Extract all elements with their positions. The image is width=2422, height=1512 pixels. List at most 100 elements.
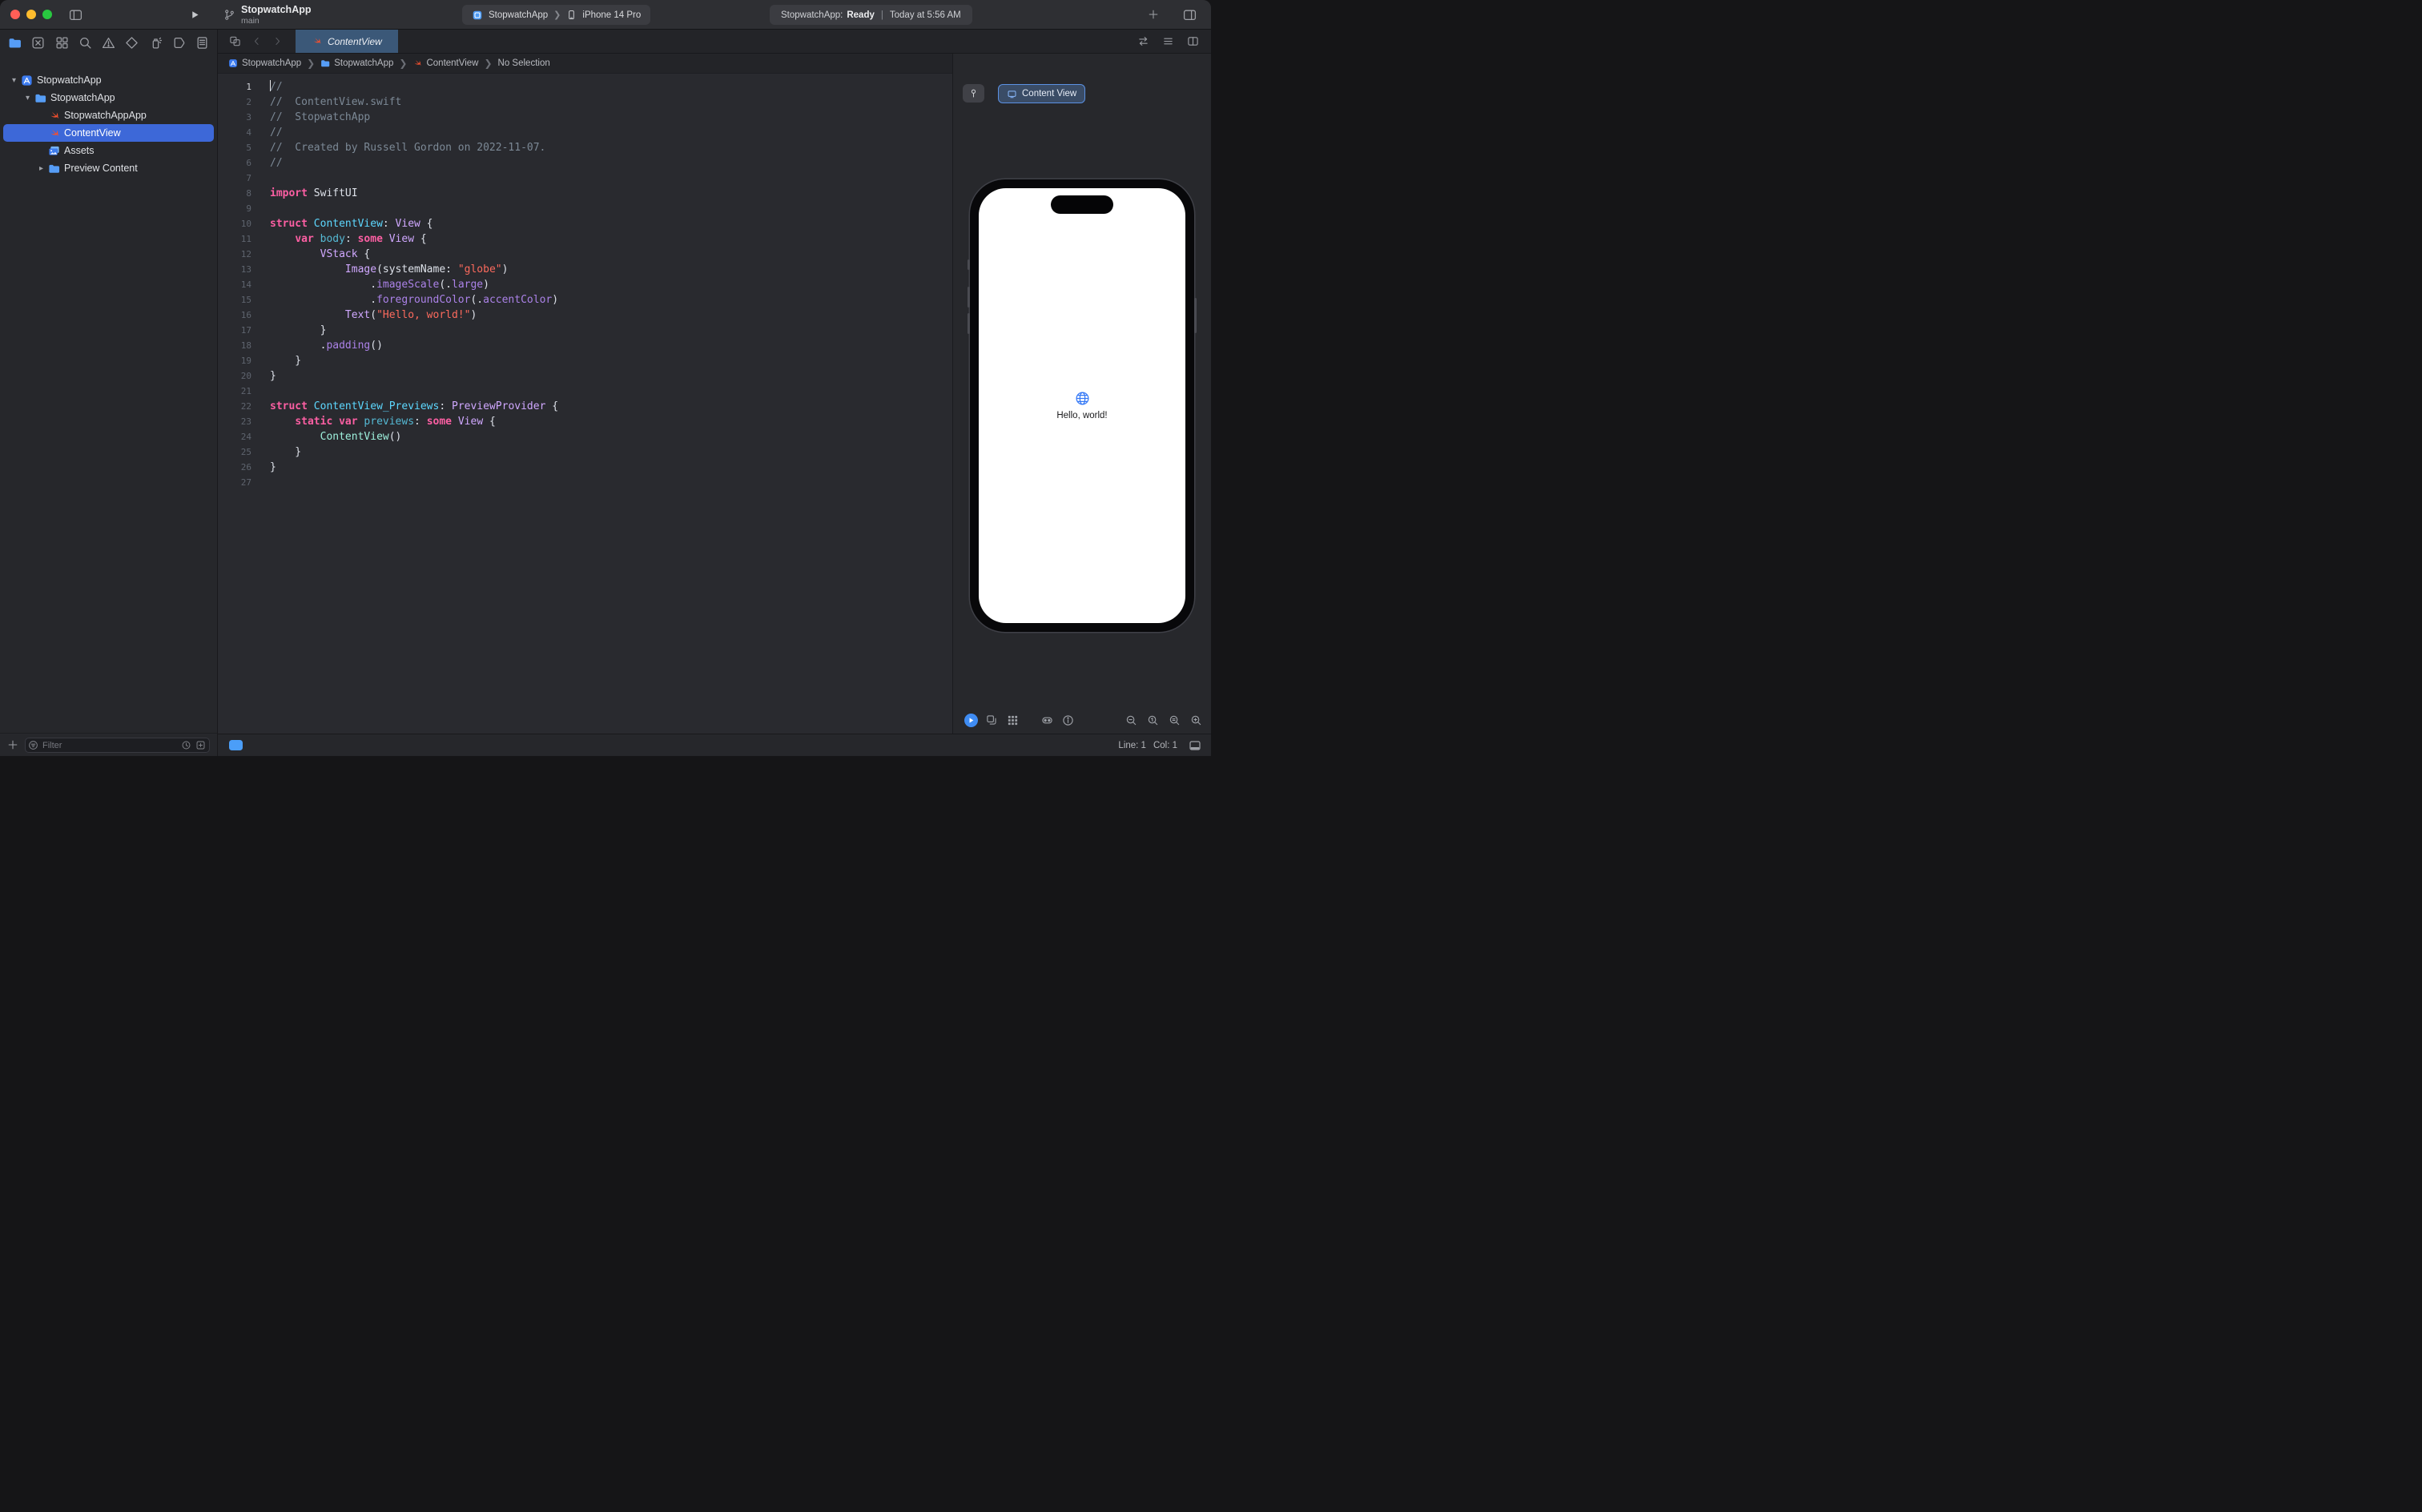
branch-name: main (241, 16, 260, 26)
line-number: 2 (246, 97, 251, 107)
code-line: ContentView()​ (320, 431, 402, 443)
editor-area: ContentView StopwatchApp ❯ StopwatchApp ❯ Co… (218, 30, 1211, 734)
tab-overview-icon[interactable] (229, 35, 241, 47)
titlebar: StopwatchApp main StopwatchApp ❯ iPhone … (0, 0, 1211, 30)
run-destination-device[interactable]: iPhone 14 Pro (582, 10, 641, 20)
breadcrumb-item[interactable]: ContentView (412, 58, 478, 68)
preview-variants-button[interactable] (985, 714, 999, 727)
status-divider: | (880, 10, 883, 20)
scheme-name[interactable]: StopwatchApp (489, 10, 548, 20)
clock-icon[interactable] (181, 740, 191, 750)
code-text[interactable]: //​ // ContentView.swift​ // StopwatchApp​… (251, 79, 952, 734)
file-tree-item-contentview[interactable]: ContentView (3, 124, 214, 142)
iphone-14-pro-preview: Hello, world! (968, 179, 1197, 632)
debug-navigator-button[interactable] (149, 36, 163, 50)
code-line: }​ (270, 324, 327, 336)
code-line: static var previews: some View {​ (295, 416, 496, 428)
minimize-window-button[interactable] (26, 10, 36, 19)
zoom-in-button[interactable] (1189, 714, 1203, 727)
code-line: //​ (270, 157, 283, 169)
live-preview-button[interactable] (964, 714, 978, 727)
source-editor: StopwatchApp ❯ StopwatchApp ❯ ContentView ❯ No… (218, 54, 952, 734)
file-tree-item-stopwatchapp[interactable]: ▾ StopwatchApp (3, 71, 214, 89)
debug-area-icon[interactable] (1189, 739, 1201, 752)
bottom-panel-toggle[interactable] (229, 740, 243, 750)
device-settings-button[interactable] (1040, 714, 1054, 727)
symbols-navigator-button[interactable] (55, 36, 69, 50)
zoom-actual-size-button[interactable] (1146, 714, 1160, 727)
line-number: 23 (240, 416, 251, 427)
preview-selector-button[interactable]: Content View (998, 84, 1086, 103)
source-control-navigator-button[interactable] (31, 36, 45, 50)
line-number: 1 (246, 82, 251, 92)
run-destination-selector[interactable]: StopwatchApp ❯ iPhone 14 Pro (462, 5, 651, 25)
line-number: 26 (240, 462, 251, 472)
breadcrumb-item[interactable]: No Selection (498, 58, 550, 68)
chevron-separator: ❯ (553, 10, 561, 20)
file-tree-item-stopwatchappapp[interactable]: StopwatchAppApp (3, 107, 214, 124)
status-project: StopwatchApp: (781, 10, 843, 20)
line-number: 8 (246, 188, 251, 199)
status-state: Ready (847, 10, 875, 20)
code-line: .padding()​ (270, 340, 383, 352)
breadcrumb-item[interactable]: StopwatchApp (320, 58, 393, 68)
code-area[interactable]: 1 2 3 4 5 6 7 8 9 10 11 12 13 14 15 16 17 18 19 20 21 22 23 24 2… (218, 74, 952, 734)
git-branch-icon (223, 9, 235, 21)
code-line: ​ (270, 475, 952, 490)
code-line: struct ContentView_Previews: PreviewProv… (270, 400, 559, 412)
toggle-navigator-icon[interactable] (69, 8, 82, 22)
disclosure-right-icon[interactable]: ▸ (35, 164, 47, 173)
reports-navigator-button[interactable] (195, 36, 209, 50)
dynamic-island (1051, 195, 1113, 214)
issues-navigator-button[interactable] (102, 36, 115, 50)
content-row: StopwatchApp ❯ StopwatchApp ❯ ContentView ❯ No… (218, 54, 1211, 734)
line-number: 15 (240, 295, 251, 305)
project-branch-info: StopwatchApp main (223, 4, 312, 26)
line-number: 16 (240, 310, 251, 320)
code-line: //​ (270, 80, 283, 93)
preview-device-grid-button[interactable] (1006, 714, 1020, 727)
code-line: ​ (270, 384, 952, 399)
file-tree-item-preview-content[interactable]: ▸ Preview Content (3, 159, 214, 177)
breakpoints-navigator-button[interactable] (172, 36, 186, 50)
go-back-icon[interactable] (251, 35, 262, 47)
action-button (968, 259, 970, 270)
code-line: }​ (270, 446, 302, 458)
cursor-position: Line: 1 Col: 1 (1118, 741, 1177, 750)
breadcrumb-item[interactable]: StopwatchApp (228, 58, 301, 68)
disclosure-down-icon[interactable]: ▾ (22, 94, 34, 103)
file-name: Assets (64, 145, 95, 156)
library-add-icon[interactable] (1148, 9, 1159, 20)
code-line: }​ (270, 355, 302, 367)
disclosure-down-icon[interactable]: ▾ (8, 76, 20, 85)
plus-square-icon[interactable] (195, 740, 206, 750)
code-line: .foregroundColor(.accentColor)​ (270, 294, 559, 306)
tests-navigator-button[interactable] (125, 36, 139, 50)
globe-icon (1075, 391, 1090, 406)
zoom-to-fit-button[interactable] (1168, 714, 1181, 727)
editor-options-button[interactable] (1162, 35, 1174, 47)
code-line: .imageScale(.large)​ (270, 279, 489, 291)
preview-display-icon (1007, 89, 1017, 99)
go-forward-icon[interactable] (272, 35, 283, 47)
preview-info-button[interactable] (1061, 714, 1075, 727)
navigator-filter-bar (0, 733, 217, 756)
add-file-icon[interactable] (7, 739, 18, 750)
pin-preview-button[interactable] (963, 84, 984, 103)
run-button[interactable] (190, 10, 200, 20)
device-screen[interactable]: Hello, world! (979, 188, 1185, 623)
find-navigator-button[interactable] (78, 36, 92, 50)
project-navigator-button[interactable] (8, 36, 22, 50)
editor-layout-icon[interactable] (1183, 8, 1197, 22)
add-editor-button[interactable] (1187, 35, 1199, 47)
tab-bar-right-controls (1137, 30, 1211, 53)
file-tree-item-assets[interactable]: Assets (3, 142, 214, 159)
swift-icon (412, 58, 422, 68)
zoom-out-button[interactable] (1124, 714, 1138, 727)
close-window-button[interactable] (10, 10, 20, 19)
file-tree-item-stopwatchapp[interactable]: ▾ StopwatchApp (3, 89, 214, 107)
fullscreen-window-button[interactable] (42, 10, 52, 19)
tab-contentview[interactable]: ContentView (296, 30, 398, 53)
code-review-button[interactable] (1137, 35, 1149, 47)
file-name: StopwatchAppApp (64, 110, 147, 121)
